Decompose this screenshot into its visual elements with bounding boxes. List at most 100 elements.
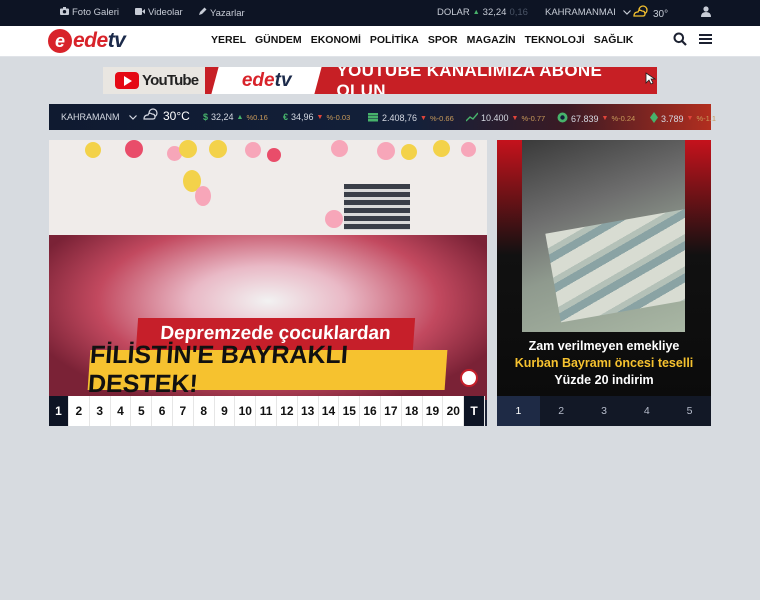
banner-text: YOUTUBE KANALIMIZA ABONE OLUN xyxy=(336,67,603,94)
page-button[interactable]: 1 xyxy=(49,396,69,426)
menu-item-teknoloji[interactable]: TEKNOLOJİ xyxy=(525,34,585,46)
page-button[interactable]: 9 xyxy=(214,396,236,426)
market-ticker: KAHRAMANM 30°C $ 32,24 ▲ %0.16 € 34,96 ▼… xyxy=(49,104,716,130)
arrow-down-icon: ▼ xyxy=(511,114,519,122)
hamburger-menu-icon[interactable] xyxy=(699,32,712,51)
side-page-button[interactable]: 5 xyxy=(668,396,711,426)
balloon xyxy=(245,142,261,158)
page-button[interactable]: 5 xyxy=(131,396,153,426)
side-page-button[interactable]: 1 xyxy=(497,396,540,426)
arrow-up-icon: ▲ xyxy=(472,9,480,16)
ticker-item-bitcoin[interactable]: 67.839 ▼ %-0.24 xyxy=(557,112,635,125)
menu-item-yerel[interactable]: YEREL xyxy=(211,34,246,46)
logo-e: e xyxy=(48,29,72,53)
menu-item-gundem[interactable]: GÜNDEM xyxy=(255,34,302,46)
page-button[interactable]: 14 xyxy=(318,396,340,426)
menu-item-ekonomi[interactable]: EKONOMİ xyxy=(311,34,361,46)
ticker-change: %-0.77 xyxy=(521,113,546,123)
logo-text: edetv xyxy=(73,29,126,52)
balloon xyxy=(377,142,395,160)
menu-item-politika[interactable]: POLİTİKA xyxy=(370,34,419,46)
page-button[interactable]: 6 xyxy=(152,396,173,426)
arrow-down-icon: ▼ xyxy=(601,115,609,122)
balloon xyxy=(433,140,450,157)
side-pagination: 1 2 3 4 5 xyxy=(497,396,711,426)
page-button[interactable]: 2 xyxy=(69,396,90,426)
balloon xyxy=(461,142,476,157)
weather: 30° xyxy=(632,4,668,21)
page-button[interactable]: 16 xyxy=(360,396,381,426)
balloon xyxy=(401,144,417,160)
menu-item-magazin[interactable]: MAGAZİN xyxy=(467,34,516,46)
ticker-value: 67.839 xyxy=(571,113,599,124)
ticker-value: 10.400 xyxy=(481,113,509,123)
page-button[interactable]: 11 xyxy=(256,396,277,426)
ticker-change: %-0.03 xyxy=(326,112,351,122)
currency-dollar: DOLAR ▲ 32,24 0,16 xyxy=(437,7,528,18)
videos-label: Videolar xyxy=(148,7,183,18)
page-button[interactable]: 18 xyxy=(401,396,423,426)
ticker-item-bist[interactable]: 10.400 ▼ %-0.77 xyxy=(465,112,546,124)
photo-gallery-link[interactable]: Foto Galeri xyxy=(60,7,119,18)
ticker-item-gold[interactable]: 2.408,76 ▼ %-0.66 xyxy=(367,112,454,124)
photo-board xyxy=(344,184,410,230)
page-button[interactable]: 4 xyxy=(110,396,132,426)
main-navigation: e edetv YEREL GÜNDEM EKONOMİ POLİTİKA SP… xyxy=(0,26,760,57)
chevron-down-icon xyxy=(622,7,631,18)
search-icon[interactable] xyxy=(673,32,687,51)
side-page-button[interactable]: 3 xyxy=(583,396,626,426)
ticker-weather: 30°C xyxy=(142,107,190,123)
currency-value: 32,24 xyxy=(482,7,507,18)
city-select[interactable]: KAHRAMANMAI xyxy=(545,7,631,18)
page-button[interactable]: 8 xyxy=(193,396,215,426)
chart-line-icon xyxy=(465,112,479,124)
currency-label: DOLAR xyxy=(437,7,470,18)
side-headline-line1: Zam verilmeyen emekliye xyxy=(528,339,680,353)
headline-slider: Depremzede çocuklardan FİLİSTİN'E BAYRAK… xyxy=(49,140,487,426)
side-headline-line2: Kurban Bayramı öncesi teselli xyxy=(514,356,694,370)
youtube-wordmark: YouTube xyxy=(142,72,199,89)
page-button[interactable]: 13 xyxy=(297,396,319,426)
ticker-item-dollar[interactable]: $ 32,24 ▲ %0.16 xyxy=(203,112,268,122)
user-account-button[interactable] xyxy=(701,6,711,20)
currency-change: 0,16 xyxy=(509,7,528,18)
banner-site-logo: edetv xyxy=(211,67,323,94)
side-page-button[interactable]: 4 xyxy=(625,396,668,426)
page-button[interactable]: 15 xyxy=(339,396,361,426)
ticker-value: 2.408,76 xyxy=(382,113,418,123)
menu-item-spor[interactable]: SPOR xyxy=(428,34,458,46)
ticker-item-euro[interactable]: € 34,96 ▼ %-0.03 xyxy=(283,112,350,122)
site-logo[interactable]: e edetv xyxy=(48,28,126,54)
balloon xyxy=(209,140,227,158)
all-pages-button[interactable]: T xyxy=(464,396,485,426)
banknotes xyxy=(545,207,685,323)
balloon xyxy=(195,186,211,206)
page-button[interactable]: 12 xyxy=(276,396,298,426)
headline-bottom: FİLİSTİN'E BAYRAKLI DESTEK! xyxy=(87,341,448,398)
page-button[interactable]: 7 xyxy=(172,396,194,426)
ticker-value: 32,24 xyxy=(211,112,234,122)
side-slide[interactable]: Zam verilmeyen emekliye Kurban Bayramı ö… xyxy=(497,140,711,396)
youtube-subscribe-banner[interactable]: YouTube edetv YOUTUBE KANALIMIZA ABONE O… xyxy=(103,67,657,94)
page-button[interactable]: 20 xyxy=(443,396,465,426)
balloon xyxy=(325,210,343,228)
youtube-play-icon xyxy=(115,72,139,89)
category-menu: YEREL GÜNDEM EKONOMİ POLİTİKA SPOR MAGAZ… xyxy=(211,34,642,46)
partly-cloudy-icon xyxy=(142,107,160,123)
videos-link[interactable]: Videolar xyxy=(135,7,183,18)
arrow-down-icon: ▼ xyxy=(316,113,324,121)
top-bar: Foto Galeri Videolar Yazarlar DOLAR ▲ 32… xyxy=(0,0,760,26)
ticker-change: %-0.66 xyxy=(429,113,454,123)
page-button[interactable]: 19 xyxy=(422,396,444,426)
side-page-button[interactable]: 2 xyxy=(540,396,583,426)
ticker-change: %0.16 xyxy=(246,112,268,122)
page-button[interactable]: 10 xyxy=(235,396,257,426)
menu-item-saglik[interactable]: SAĞLIK xyxy=(594,34,634,46)
city-label: KAHRAMANMAI xyxy=(545,7,616,18)
ticker-city-select[interactable]: KAHRAMANM xyxy=(61,112,137,122)
headline-photo[interactable]: Depremzede çocuklardan FİLİSTİN'E BAYRAK… xyxy=(49,140,487,400)
authors-link[interactable]: Yazarlar xyxy=(198,7,245,19)
ticker-item-ethereum[interactable]: 3.789 ▼ %-1.1 xyxy=(650,112,716,125)
page-button[interactable]: 17 xyxy=(380,396,402,426)
page-button[interactable]: 3 xyxy=(89,396,111,426)
